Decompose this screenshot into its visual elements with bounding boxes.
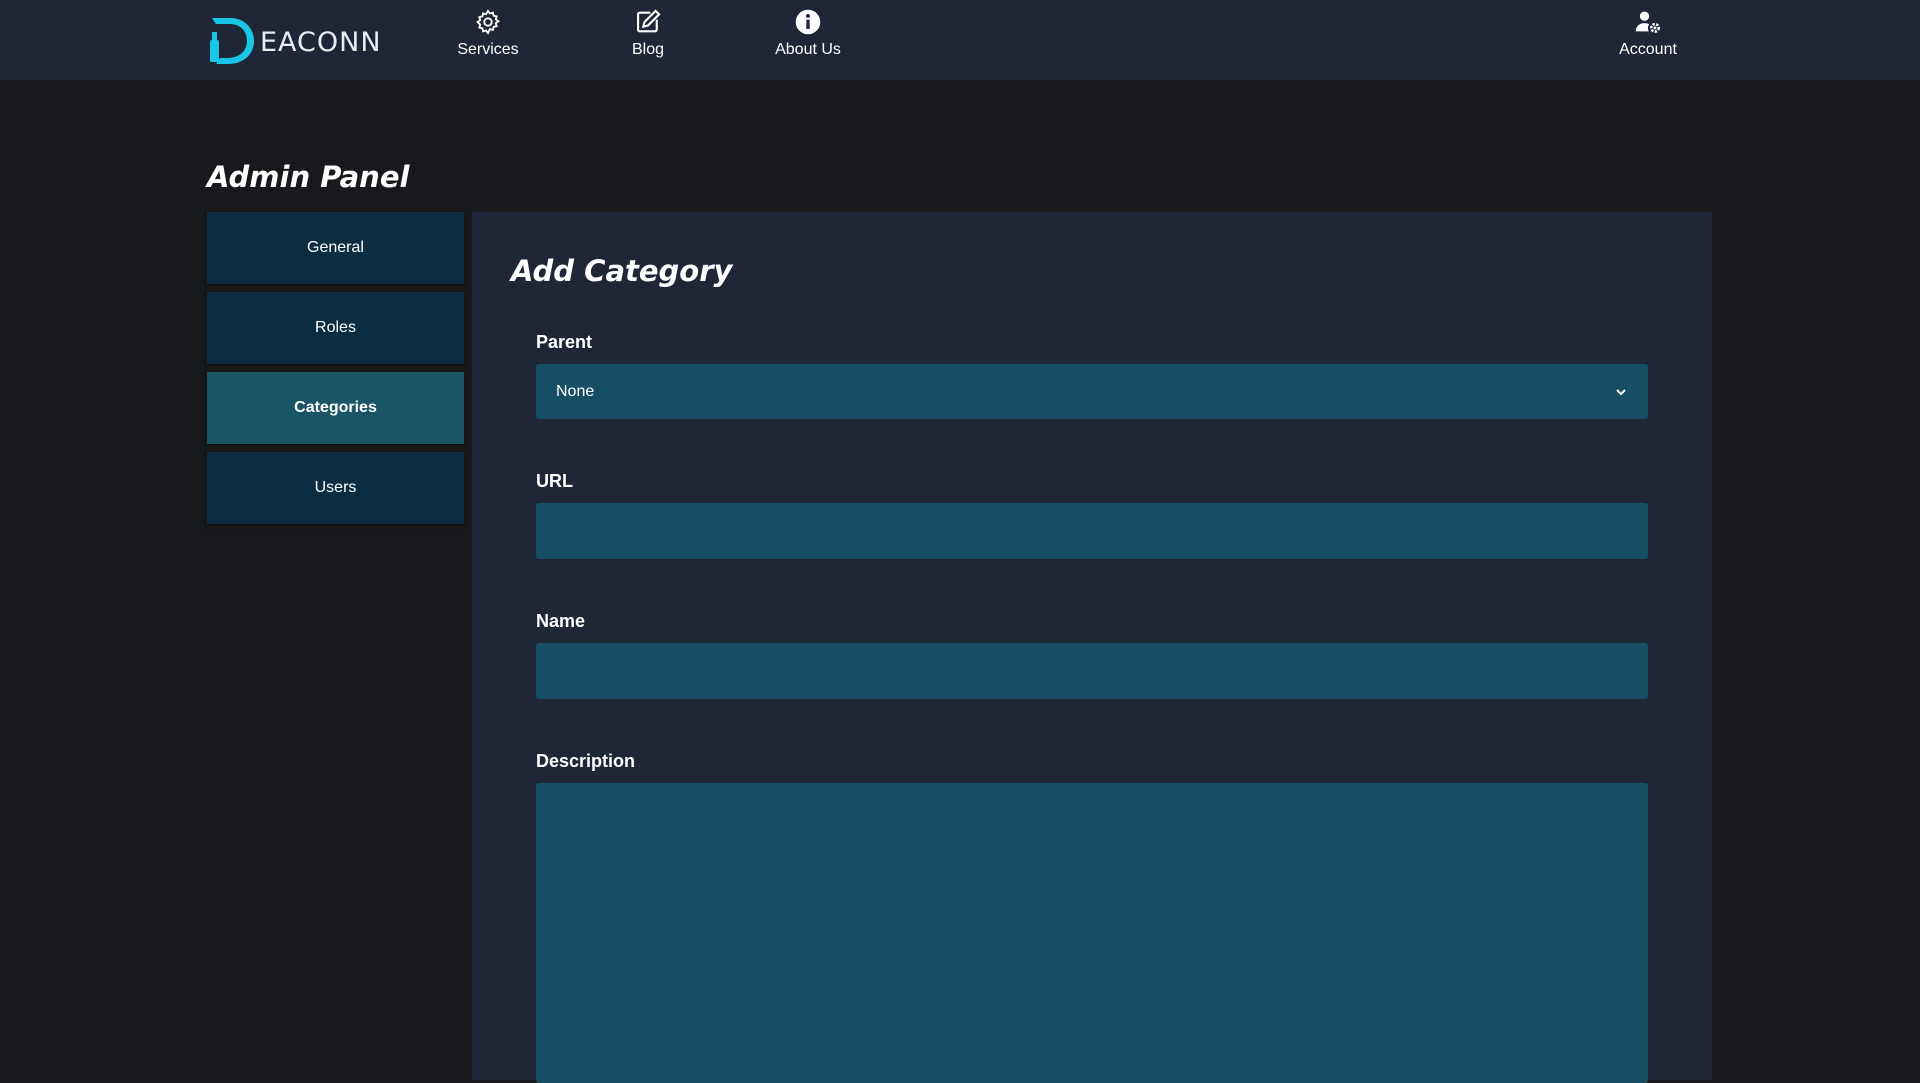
nav-services[interactable]: Services [448,8,528,72]
name-label: Name [536,611,586,631]
sidebar-item-label: General [307,239,364,256]
url-input[interactable] [536,503,1648,559]
nav-blog-label: Blog [631,41,665,58]
sidebar-item-categories[interactable]: Categories [207,372,464,444]
description-label: Description [536,751,636,771]
sidebar-item-roles[interactable]: Roles [207,292,464,364]
sidebar-item-label: Categories [294,399,377,416]
brand-logo[interactable]: EACONN [206,14,382,66]
nav-services-label: Services [457,41,519,58]
url-label: URL [536,471,573,491]
nav-about-us[interactable]: About Us [768,8,848,72]
page-title: Admin Panel [207,160,410,194]
admin-sidebar: General Roles Categories Users [207,212,464,532]
add-category-panel: Add Category Parent None URL Name Descri… [472,212,1712,1083]
name-input[interactable] [536,643,1648,699]
parent-label: Parent [536,332,593,352]
nav-about-us-label: About Us [775,41,841,58]
sidebar-item-label: Roles [315,319,356,336]
edit-icon [637,9,661,33]
parent-select-value: None [556,382,595,400]
sidebar-item-general[interactable]: General [207,212,464,284]
info-icon [795,9,821,35]
nav-account[interactable]: Account [1608,8,1688,72]
logo-mark-icon [210,18,254,64]
sidebar-item-label: Users [314,479,357,496]
nav-account-label: Account [1619,41,1677,58]
description-textarea[interactable] [536,783,1648,1083]
top-navigation-bar: EACONN Services Blog About Us Account [0,0,1920,80]
form-title: Add Category [511,254,733,288]
chevron-down-icon [1616,388,1626,395]
nav-blog[interactable]: Blog [608,8,688,72]
logo-text: EACONN [260,26,382,58]
gear-icon [476,9,500,35]
parent-select[interactable]: None [536,364,1648,419]
sidebar-item-users[interactable]: Users [207,452,464,524]
user-cog-icon [1635,11,1661,33]
